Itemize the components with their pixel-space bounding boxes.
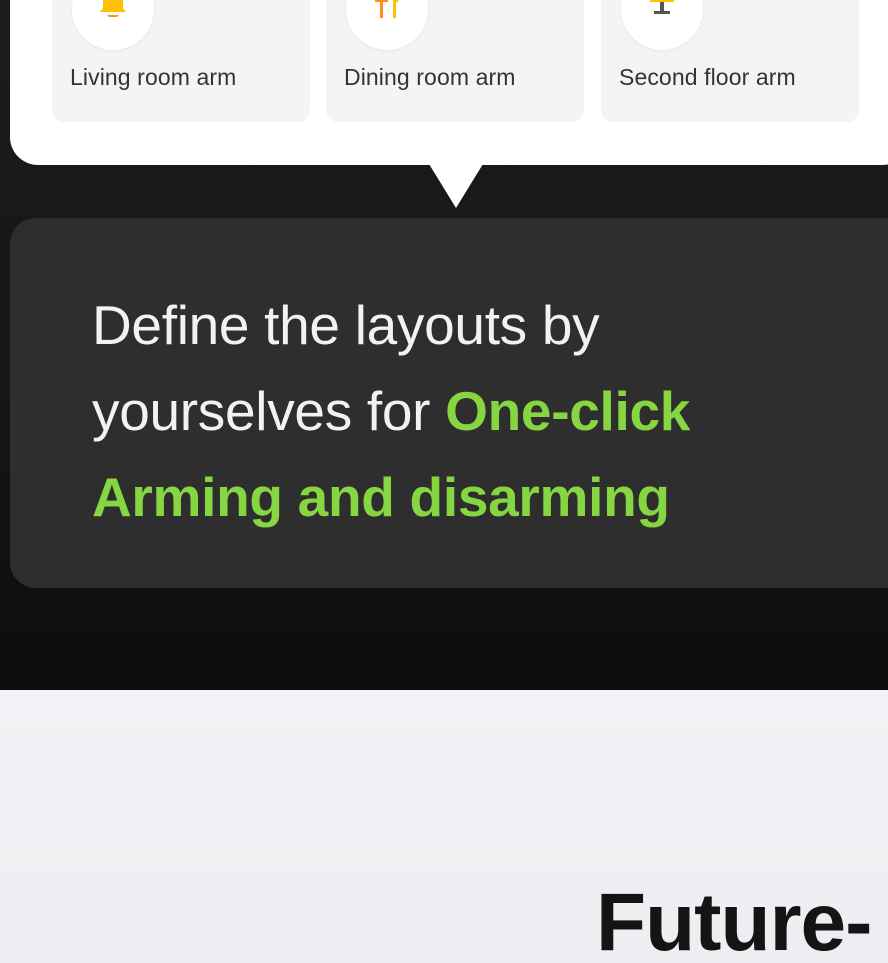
room-tile-living-room-arm[interactable]: ⋯ Living room arm [52,0,310,122]
page: ⋯ Living room arm ⋯ Dining room arm [0,0,888,963]
section-heading: Future- [596,877,872,963]
room-label: Dining room arm [344,64,516,90]
dark-section: ⋯ Living room arm ⋯ Dining room arm [0,0,888,690]
feature-message-box: Define the layouts by yourselves for One… [10,218,888,588]
room-label: Second floor arm [619,64,796,90]
room-shortcuts-card: ⋯ Living room arm ⋯ Dining room arm [10,0,888,165]
room-label: Living room arm [70,64,237,90]
lamp-icon [650,0,674,14]
light-section: Future- [0,690,888,963]
room-icon-container [621,0,703,50]
fork-knife-icon [375,0,399,18]
room-tile-second-floor-arm[interactable]: ⋯ Second floor arm [601,0,859,122]
feature-message: Define the layouts by yourselves for One… [92,282,812,540]
more-icon[interactable]: ⋯ [550,0,564,4]
room-icon-container [72,0,154,50]
room-tile-dining-room-arm[interactable]: ⋯ Dining room arm [326,0,584,122]
more-icon[interactable]: ⋯ [825,0,839,4]
bell-icon [100,0,126,17]
room-icon-container [346,0,428,50]
callout-pointer [429,164,483,208]
more-icon[interactable]: ⋯ [276,0,290,4]
